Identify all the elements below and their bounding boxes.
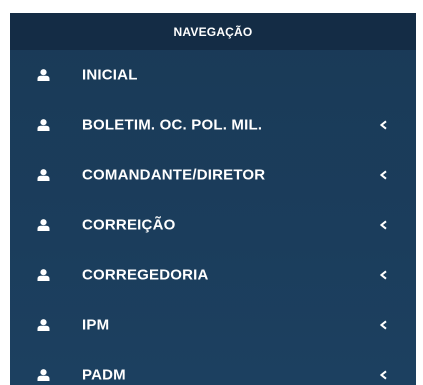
chevron-left-icon[interactable]	[380, 120, 387, 130]
menu-item-padm[interactable]: PADM	[10, 350, 416, 385]
navigation-header: NAVEGAÇÃO	[10, 13, 416, 50]
user-icon	[37, 219, 50, 231]
user-icon	[37, 319, 50, 331]
navigation-sidebar: NAVEGAÇÃO INICIAL BOLETIM. OC. POL. MIL.…	[10, 13, 416, 385]
screenshot-frame: NAVEGAÇÃO INICIAL BOLETIM. OC. POL. MIL.…	[0, 0, 423, 385]
menu-item-label: IPM	[82, 316, 110, 334]
menu-item-label: BOLETIM. OC. POL. MIL.	[82, 116, 263, 134]
menu-item-correicao[interactable]: CORREIÇÃO	[10, 200, 416, 250]
user-icon	[37, 369, 50, 381]
chevron-left-icon[interactable]	[380, 170, 387, 180]
user-icon	[37, 169, 50, 181]
chevron-left-icon[interactable]	[380, 270, 387, 280]
menu-item-label: CORREGEDORIA	[82, 266, 209, 284]
menu-item-label: COMANDANTE/DIRETOR	[82, 166, 266, 184]
menu-item-corregedoria[interactable]: CORREGEDORIA	[10, 250, 416, 300]
chevron-left-icon[interactable]	[380, 220, 387, 230]
user-icon	[37, 69, 50, 81]
menu-item-label: PADM	[82, 366, 126, 384]
menu-item-label: CORREIÇÃO	[82, 216, 176, 234]
menu-item-boletim[interactable]: BOLETIM. OC. POL. MIL.	[10, 100, 416, 150]
user-icon	[37, 269, 50, 281]
menu-item-comandante-diretor[interactable]: COMANDANTE/DIRETOR	[10, 150, 416, 200]
chevron-left-icon[interactable]	[380, 370, 387, 380]
menu-item-ipm[interactable]: IPM	[10, 300, 416, 350]
menu-item-inicial[interactable]: INICIAL	[10, 50, 416, 100]
user-icon	[37, 119, 50, 131]
navigation-menu: INICIAL BOLETIM. OC. POL. MIL. COMANDANT…	[10, 50, 416, 385]
chevron-left-icon[interactable]	[380, 320, 387, 330]
menu-item-label: INICIAL	[82, 66, 138, 84]
